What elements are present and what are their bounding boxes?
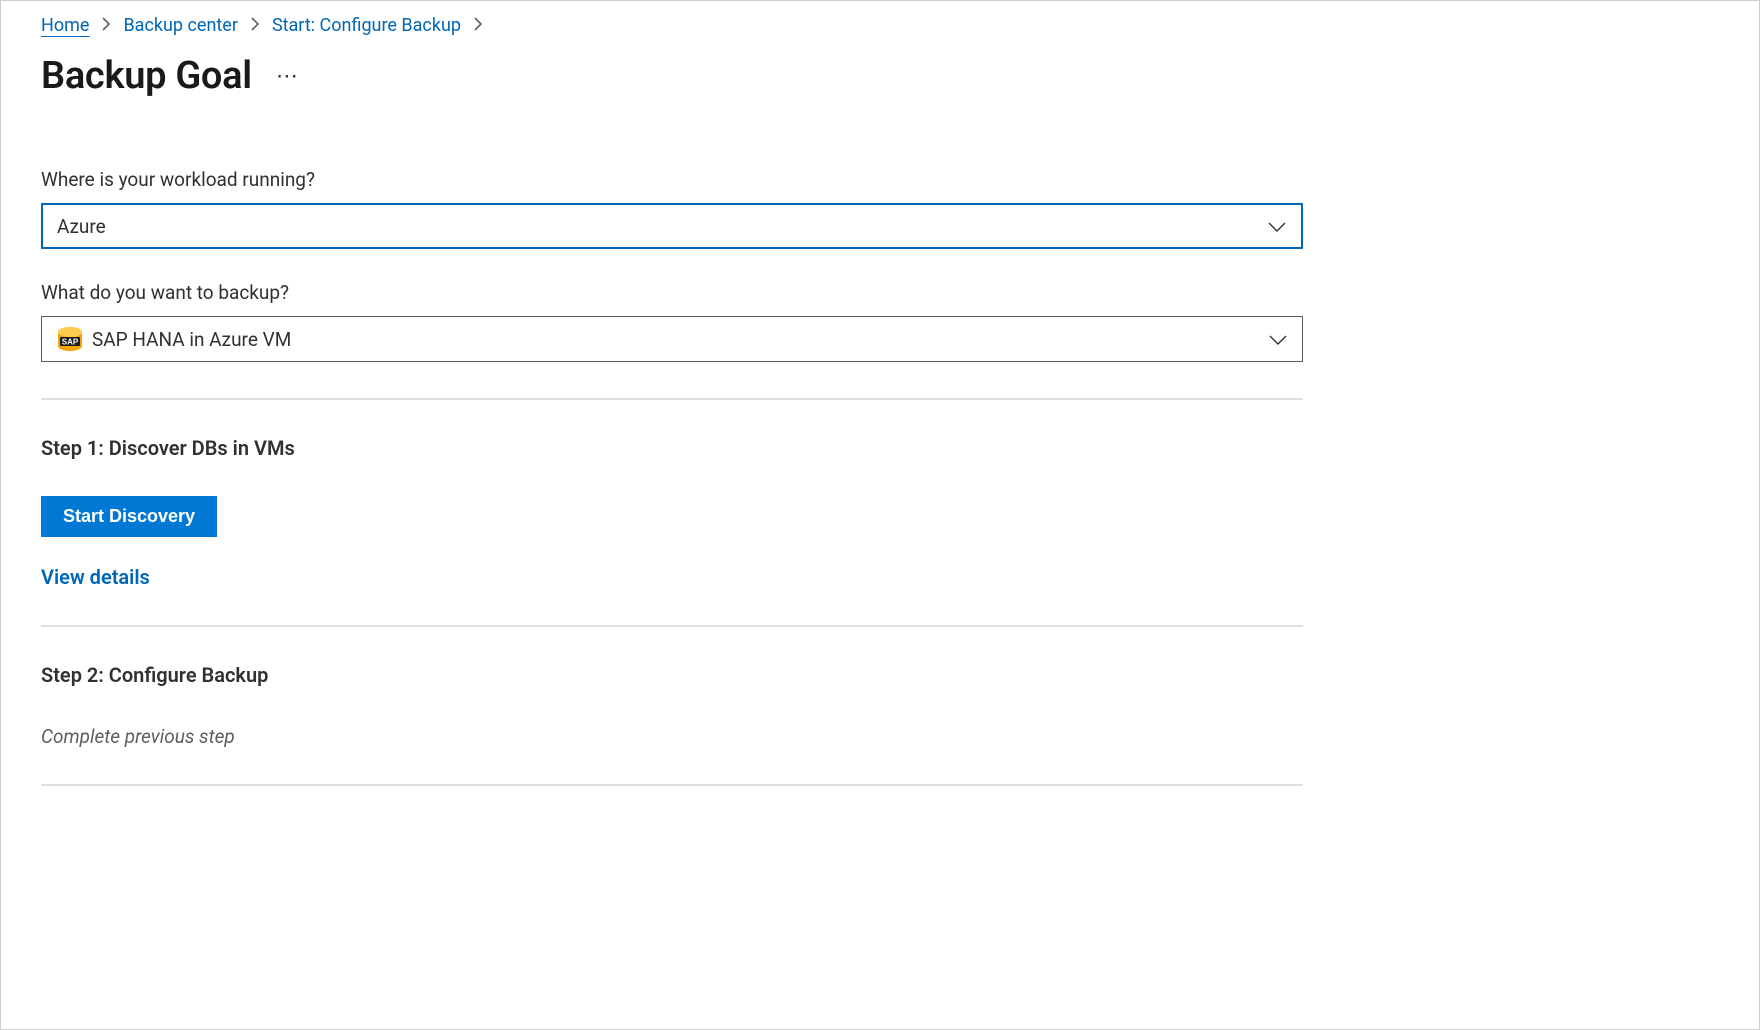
svg-text:SAP: SAP xyxy=(62,338,79,347)
breadcrumb: Home Backup center Start: Configure Back… xyxy=(41,15,1719,36)
chevron-right-icon xyxy=(473,17,483,35)
chevron-down-icon xyxy=(1267,215,1287,238)
start-discovery-button[interactable]: Start Discovery xyxy=(41,496,217,537)
breadcrumb-start-configure-backup[interactable]: Start: Configure Backup xyxy=(272,15,461,36)
step-1-heading: Step 1: Discover DBs in VMs xyxy=(41,436,1303,460)
page-title: Backup Goal xyxy=(41,54,252,98)
step-2-heading: Step 2: Configure Backup xyxy=(41,663,1303,687)
breadcrumb-backup-center[interactable]: Backup center xyxy=(123,15,238,36)
more-actions-button[interactable]: ⋯ xyxy=(276,64,297,89)
workload-location-select[interactable]: Azure xyxy=(41,203,1303,249)
divider xyxy=(41,398,1303,400)
breadcrumb-home[interactable]: Home xyxy=(41,15,89,36)
sap-hana-icon: SAP xyxy=(56,326,84,352)
chevron-right-icon xyxy=(250,17,260,35)
backup-target-label: What do you want to backup? xyxy=(41,281,1303,304)
divider xyxy=(41,784,1303,786)
form-area: Where is your workload running? Azure Wh… xyxy=(41,168,1303,786)
chevron-down-icon xyxy=(1268,328,1288,351)
divider xyxy=(41,625,1303,627)
workload-location-value: Azure xyxy=(57,215,106,238)
chevron-right-icon xyxy=(101,17,111,35)
page-title-row: Backup Goal ⋯ xyxy=(41,54,1719,98)
step-2-hint: Complete previous step xyxy=(41,725,1303,748)
view-details-link[interactable]: View details xyxy=(41,565,150,589)
workload-location-label: Where is your workload running? xyxy=(41,168,1303,191)
backup-target-value: SAP HANA in Azure VM xyxy=(92,328,291,351)
backup-target-select[interactable]: SAP SAP HANA in Azure VM xyxy=(41,316,1303,362)
